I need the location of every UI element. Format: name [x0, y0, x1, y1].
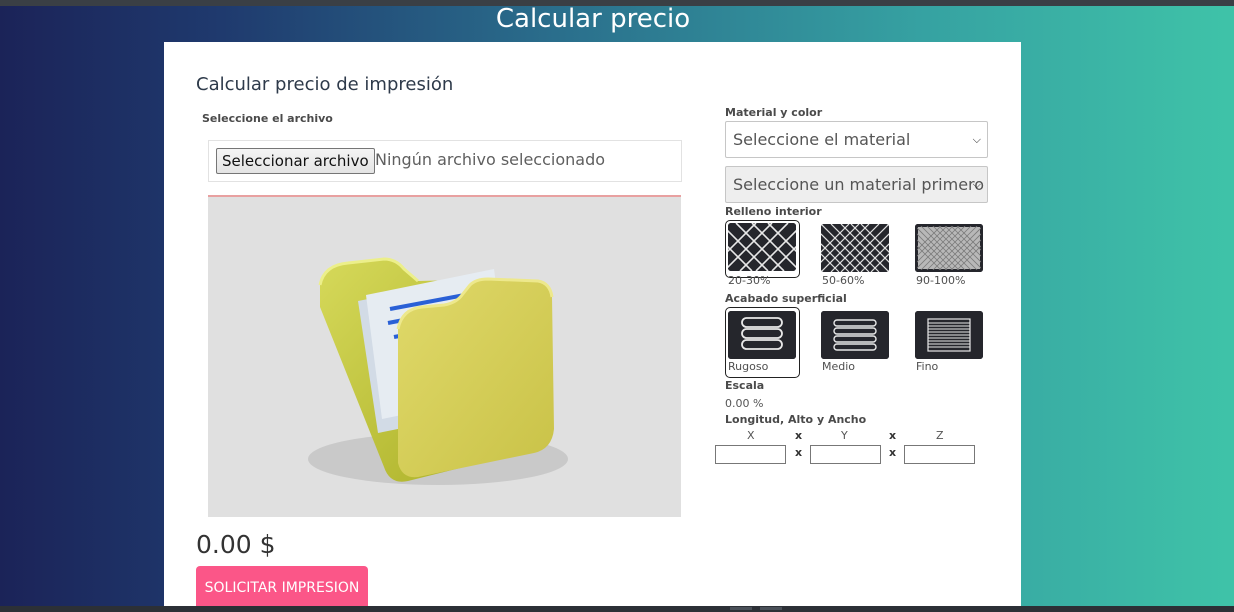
taskbar-indicator	[760, 607, 782, 610]
finish-option-rugoso[interactable]: Rugoso	[725, 307, 800, 378]
infill-option-50-60[interactable]: 50-60%	[820, 220, 895, 287]
infill-label: Relleno interior	[725, 205, 822, 218]
finish-medium-icon	[821, 311, 889, 359]
infill-pattern-icon	[821, 224, 889, 272]
material-select-value: Seleccione el material	[733, 130, 911, 149]
file-input[interactable]: Seleccionar archivo Ningún archivo selec…	[208, 140, 682, 182]
chevron-down-icon: ⌵	[972, 133, 981, 146]
scale-label: Escala	[725, 379, 765, 392]
select-file-button[interactable]: Seleccionar archivo	[216, 148, 375, 174]
model-viewer[interactable]	[208, 195, 681, 517]
finish-label: Acabado superficial	[725, 292, 847, 305]
finish-option-fino[interactable]: Fino	[914, 307, 989, 378]
price-total: 0.00 $	[196, 530, 276, 559]
infill-option-90-100[interactable]: 90-100%	[914, 220, 989, 287]
finish-caption: Rugoso	[728, 360, 769, 373]
infill-option-20-30[interactable]: 20-30%	[725, 220, 800, 287]
folder-icon	[308, 257, 568, 485]
axis-label-y: Y	[841, 429, 848, 442]
form-title: Calcular precio de impresión	[196, 74, 454, 95]
infill-caption: 20-30%	[728, 274, 771, 287]
file-label: Seleccione el archivo	[202, 112, 333, 125]
finish-fine-icon	[915, 311, 983, 359]
dimension-separator: x	[889, 429, 897, 442]
dimension-z-input[interactable]	[904, 445, 975, 464]
dimension-separator: x	[889, 446, 897, 459]
calculator-card: Calcular precio de impresión Seleccione …	[164, 42, 1021, 612]
finish-rough-icon	[728, 311, 796, 359]
axis-label-x: X	[747, 429, 755, 442]
material-select[interactable]: Seleccione el material ⌵	[725, 121, 988, 158]
axis-label-z: Z	[936, 429, 944, 442]
color-select[interactable]: Seleccione un material primero ⌵	[725, 166, 988, 203]
infill-pattern-icon	[728, 223, 796, 271]
infill-pattern-icon	[915, 224, 983, 272]
infill-caption: 50-60%	[822, 274, 865, 287]
infill-caption: 90-100%	[916, 274, 966, 287]
dimension-separator: x	[795, 429, 803, 442]
page-title: Calcular precio	[495, 4, 691, 34]
material-label: Material y color	[725, 106, 823, 119]
scale-value: 0.00 %	[725, 397, 764, 410]
color-select-value: Seleccione un material primero	[733, 175, 985, 194]
finish-caption: Fino	[916, 360, 939, 373]
request-print-button[interactable]: SOLICITAR IMPRESION	[196, 566, 368, 610]
dimension-x-input[interactable]	[715, 445, 786, 464]
taskbar-strip	[0, 606, 1234, 612]
chevron-down-icon: ⌵	[972, 178, 981, 191]
finish-caption: Medio	[822, 360, 856, 373]
dimension-separator: x	[795, 446, 803, 459]
taskbar-indicator	[730, 607, 752, 610]
dimensions-label: Longitud, Alto y Ancho	[725, 413, 867, 426]
file-status: Ningún archivo seleccionado	[375, 150, 606, 169]
dimension-y-input[interactable]	[810, 445, 881, 464]
finish-option-medio[interactable]: Medio	[820, 307, 895, 378]
